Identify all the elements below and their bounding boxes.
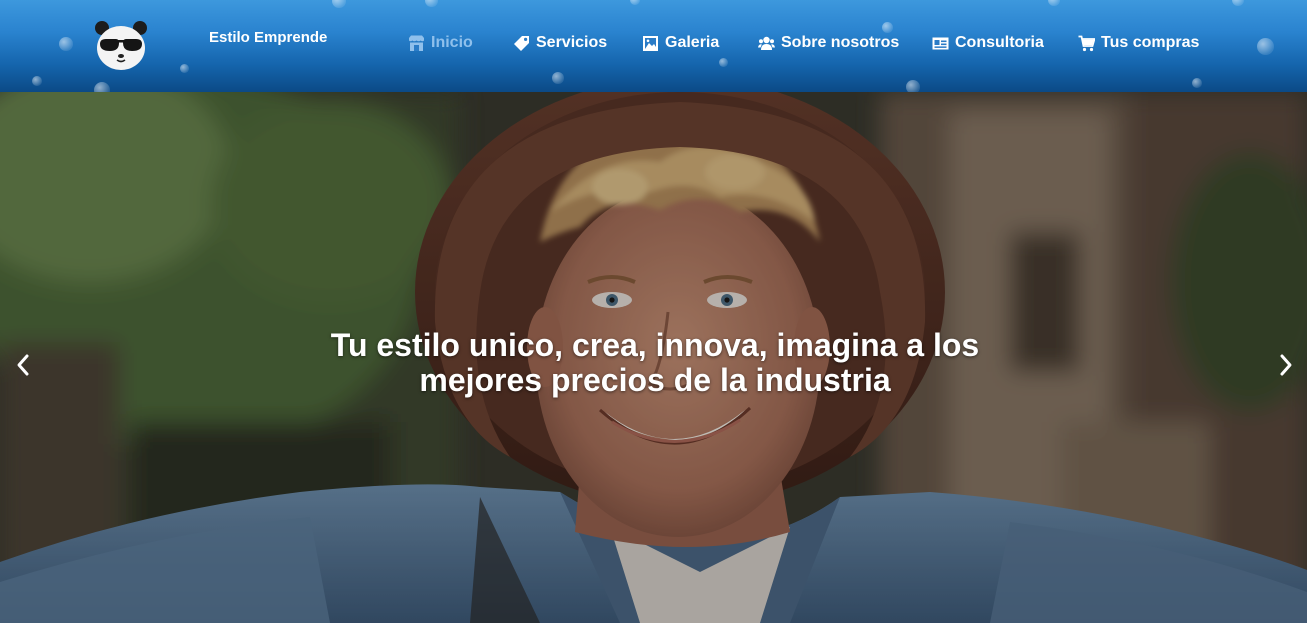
top-navbar: Estilo Emprende Inicio Servicios Galeria… [0,0,1307,92]
bubble-decoration [552,72,564,84]
nav-label: Inicio [431,34,473,51]
nav-item-galeria[interactable]: Galeria [642,34,758,52]
main-navigation: Inicio Servicios Galeria Sobre nosotros … [408,31,1199,55]
nav-item-servicios[interactable]: Servicios [513,34,642,52]
bubble-decoration [94,82,110,92]
panda-sunglasses-icon[interactable] [94,20,148,72]
hero-caption: Tu estilo unico, crea, innova, imagina a… [290,328,1020,398]
nav-label: Servicios [536,34,608,51]
nav-item-sobre-nosotros[interactable]: Sobre nosotros [758,34,932,52]
bubble-decoration [719,58,728,67]
bubble-decoration [630,0,640,5]
nav-label: Tus compras [1101,34,1200,51]
bubble-decoration [59,37,73,51]
nav-label: Sobre nosotros [781,34,900,51]
bubble-decoration [906,80,920,92]
carousel-next-button[interactable] [1271,350,1301,380]
cart-icon [1078,35,1095,52]
hero-caption-line-2: mejores precios de la industria [419,362,891,398]
chevron-right-icon [1271,350,1301,380]
bubble-decoration [1048,0,1060,6]
users-icon [758,35,775,52]
bubble-decoration [332,0,346,8]
store-icon [408,35,425,52]
bubble-decoration [1192,78,1202,88]
hero-caption-line-1: Tu estilo unico, crea, innova, imagina a… [330,327,980,363]
carousel-prev-button[interactable] [8,350,38,380]
nav-label: Consultoria [955,34,1044,51]
nav-label: Galeria [665,34,720,51]
bubble-decoration [425,0,438,7]
brand-name[interactable]: Estilo Emprende [209,29,327,46]
tag-icon [513,35,530,52]
hero-carousel: Tu estilo unico, crea, innova, imagina a… [0,92,1307,623]
nav-item-inicio[interactable]: Inicio [408,34,513,52]
image-gallery-icon [642,35,659,52]
chevron-left-icon [8,350,38,380]
bubble-decoration [1232,0,1244,6]
bubble-decoration [180,64,189,73]
nav-item-consultoria[interactable]: Consultoria [932,34,1078,52]
nav-item-tus-compras[interactable]: Tus compras [1078,34,1199,52]
bubble-decoration [32,76,42,86]
id-card-icon [932,35,949,52]
bubble-decoration [1257,38,1274,55]
